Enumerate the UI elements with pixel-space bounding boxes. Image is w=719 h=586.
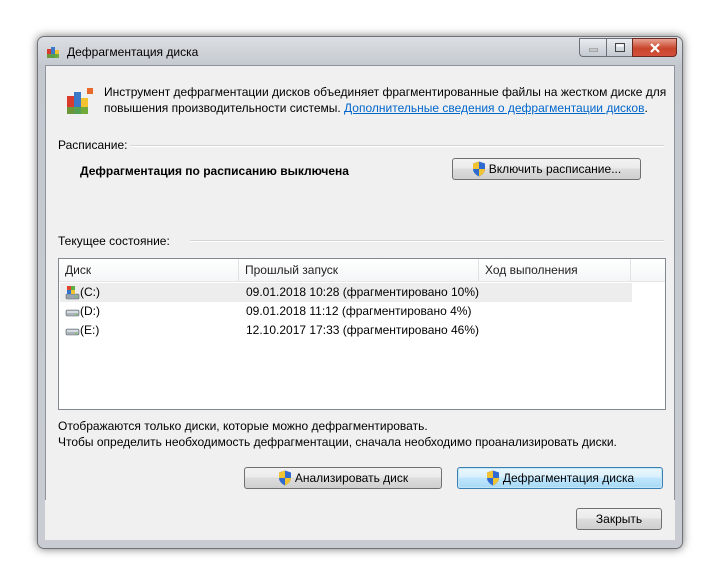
info-line-1: Отображаются только диски, которые можно… — [58, 419, 428, 433]
column-disk[interactable]: Диск — [59, 259, 239, 281]
intro-text: Инструмент дефрагментации дисков объедин… — [104, 84, 674, 116]
uac-shield-icon — [486, 470, 499, 486]
window-controls — [579, 38, 677, 57]
enable-schedule-label: Включить расписание... — [488, 162, 622, 176]
maximize-button[interactable] — [606, 38, 632, 57]
minimize-button[interactable] — [579, 38, 606, 57]
disk-row-d[interactable]: (D:) 09.01.2018 11:12 (фрагментировано 4… — [60, 302, 632, 321]
system-drive-icon — [65, 286, 80, 300]
content-panel: Инструмент дефрагментации дисков объедин… — [45, 65, 675, 501]
dialog-footer: Закрыть — [45, 500, 675, 540]
disk-list[interactable]: Диск Прошлый запуск Ход выполнения (C:) … — [58, 258, 666, 410]
disk-list-header: Диск Прошлый запуск Ход выполнения — [59, 259, 665, 282]
uac-shield-icon — [278, 470, 291, 486]
window-title: Дефрагментация диска — [67, 45, 199, 59]
schedule-label: Расписание: — [58, 138, 128, 152]
close-icon — [649, 42, 660, 53]
drive-icon — [65, 328, 80, 336]
info-line-2: Чтобы определить необходимость дефрагмен… — [58, 435, 617, 449]
close-button-label: Закрыть — [595, 512, 643, 526]
defrag-window: Дефрагментация диска Инструмент дефрагме… — [37, 36, 683, 549]
schedule-divider — [130, 145, 664, 147]
defrag-header-icon — [67, 88, 93, 114]
disk-name: (D:) — [80, 304, 100, 318]
disk-last-run: 12.10.2017 17:33 (фрагментировано 46%) — [246, 323, 480, 337]
maximize-icon — [614, 43, 625, 52]
defragment-disk-button[interactable]: Дефрагментация диска — [457, 467, 663, 489]
status-divider — [190, 240, 664, 242]
current-status-label: Текущее состояние: — [58, 234, 170, 248]
defrag-app-icon — [47, 47, 59, 58]
minimize-icon — [588, 48, 598, 52]
defragment-disk-label: Дефрагментация диска — [502, 471, 635, 485]
analyze-disk-label: Анализировать диск — [294, 471, 409, 485]
uac-shield-icon — [472, 161, 485, 177]
disk-row-e[interactable]: (E:) 12.10.2017 17:33 (фрагментировано 4… — [60, 321, 632, 340]
disk-last-run: 09.01.2018 10:28 (фрагментировано 10%) — [246, 285, 480, 299]
column-last-run[interactable]: Прошлый запуск — [239, 259, 479, 281]
column-progress[interactable]: Ход выполнения — [479, 259, 631, 281]
close-window-button[interactable] — [632, 38, 677, 57]
close-button[interactable]: Закрыть — [576, 508, 662, 530]
disk-last-run: 09.01.2018 11:12 (фрагментировано 4%) — [246, 304, 472, 318]
analyze-disk-button[interactable]: Анализировать диск — [244, 467, 442, 489]
more-info-link[interactable]: Дополнительные сведения о дефрагментации… — [344, 101, 644, 115]
enable-schedule-button[interactable]: Включить расписание... — [452, 158, 641, 180]
disk-name: (C:) — [80, 285, 100, 299]
title-bar[interactable]: Дефрагментация диска — [38, 37, 682, 65]
disk-name: (E:) — [80, 323, 100, 337]
schedule-status: Дефрагментация по расписанию выключена — [80, 164, 349, 178]
intro-tail: . — [644, 101, 648, 115]
disk-row-c[interactable]: (C:) 09.01.2018 10:28 (фрагментировано 1… — [60, 283, 632, 302]
drive-icon — [65, 309, 80, 317]
